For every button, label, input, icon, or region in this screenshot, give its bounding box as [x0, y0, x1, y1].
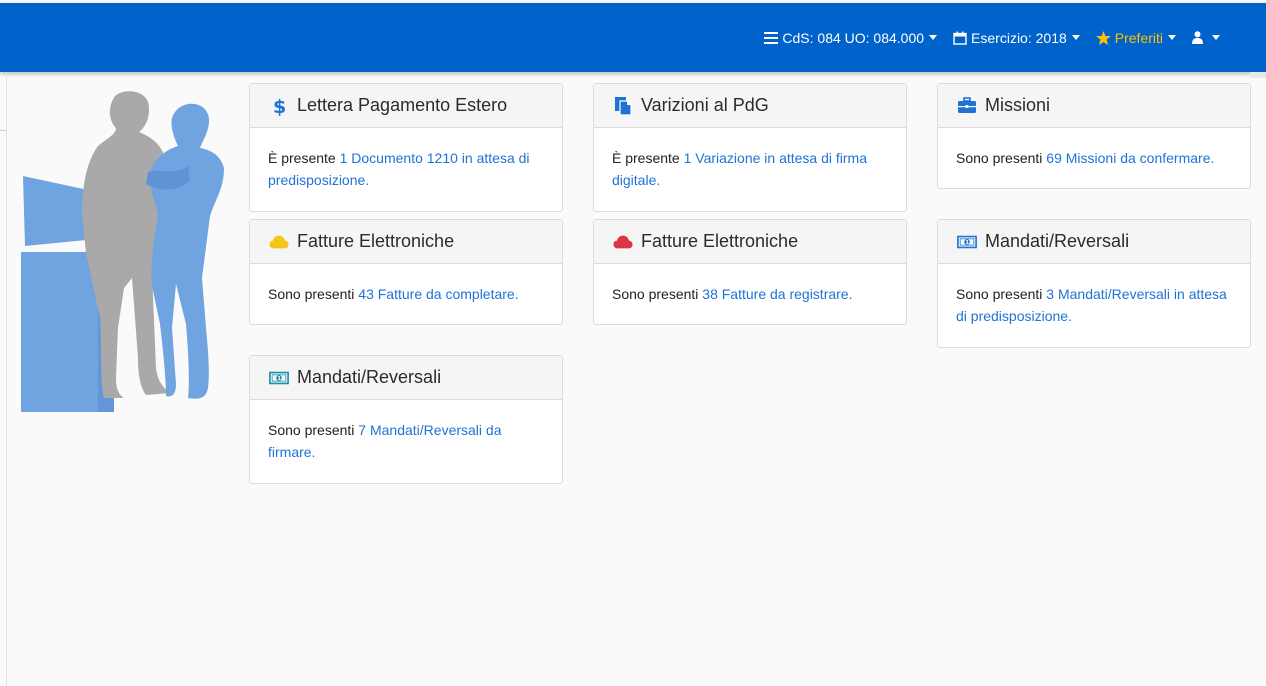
- chevron-down-icon: [1168, 35, 1176, 40]
- cloud-yellow-icon: [269, 232, 289, 252]
- card-fatture-registrare: Fatture Elettroniche Sono presenti 38 Fa…: [593, 219, 907, 325]
- card-title: Lettera Pagamento Estero: [297, 95, 508, 115]
- svg-text:1: 1: [966, 240, 970, 246]
- dollar-icon: $: [269, 96, 289, 116]
- preferiti-label: Preferiti: [1114, 29, 1163, 46]
- user-menu[interactable]: [1192, 31, 1250, 44]
- card-text: Sono presenti: [956, 150, 1047, 166]
- card-header: Missioni: [938, 84, 1250, 128]
- card-body: Sono presenti 3 Mandati/Reversali in att…: [938, 264, 1250, 341]
- card-title: Mandati/Reversali: [985, 231, 1130, 251]
- card-text: È presente: [612, 150, 684, 166]
- chevron-down-icon[interactable]: [1212, 35, 1220, 40]
- card-title: Missioni: [985, 95, 1051, 115]
- card-link[interactable]: 38 Fatture da registrare.: [702, 286, 852, 302]
- card-variazioni-pdg: Varizioni al PdG È presente 1 Variazione…: [593, 83, 907, 212]
- card-header: $ Lettera Pagamento Estero: [250, 84, 562, 128]
- office-people-illustration: [20, 88, 230, 414]
- briefcase-icon: [957, 96, 977, 116]
- star-icon: [1095, 30, 1111, 45]
- esercizio-label: Esercizio: 2018: [971, 29, 1067, 46]
- card-mandati-firmare: 1 Mandati/Reversali Sono presenti 7 Mand…: [249, 355, 563, 484]
- card-text: Sono presenti: [956, 286, 1047, 302]
- scrollbar-top[interactable]: [1250, 72, 1266, 78]
- card-title: Mandati/Reversali: [297, 367, 442, 387]
- svg-text:1: 1: [278, 376, 282, 382]
- card-body: Sono presenti 38 Fatture da registrare.: [594, 264, 906, 319]
- card-link[interactable]: 43 Fatture da completare.: [358, 286, 518, 302]
- card-text: Sono presenti: [268, 422, 359, 438]
- sidebar-border: [6, 72, 7, 686]
- cds-dropdown[interactable]: CdS: 084 UO: 084.000: [764, 29, 938, 46]
- svg-text:$: $: [273, 96, 286, 116]
- esercizio-dropdown[interactable]: Esercizio: 2018: [953, 30, 1080, 46]
- card-missioni: Missioni Sono presenti 69 Missioni da co…: [937, 83, 1251, 189]
- card-body: Sono presenti 7 Mandati/Reversali da fir…: [250, 400, 562, 477]
- card-text: Sono presenti: [612, 286, 703, 302]
- card-header: Fatture Elettroniche: [250, 220, 562, 264]
- documents-icon: [613, 96, 633, 116]
- top-navbar: CdS: 084 UO: 084.000 Esercizio: 2018 Pre…: [0, 3, 1266, 72]
- chevron-down-icon: [1071, 35, 1080, 40]
- card-body: È presente 1 Variazione in attesa di fir…: [594, 128, 906, 205]
- card-text: Sono presenti: [268, 286, 359, 302]
- card-header: Varizioni al PdG: [594, 84, 906, 128]
- card-title: Fatture Elettroniche: [641, 231, 799, 251]
- card-body: Sono presenti 69 Missioni da confermare.: [938, 128, 1250, 183]
- card-link[interactable]: 69 Missioni da confermare.: [1046, 150, 1214, 166]
- navbar-right: CdS: 084 UO: 084.000 Esercizio: 2018 Pre…: [764, 3, 1266, 72]
- card-body: È presente 1 Documento 1210 in attesa di…: [250, 128, 562, 205]
- card-header: 1 Mandati/Reversali: [938, 220, 1250, 264]
- user-icon: [1192, 31, 1203, 44]
- banknote-icon: 1: [957, 232, 977, 252]
- card-header: 1 Mandati/Reversali: [250, 356, 562, 400]
- cds-label: CdS: 084 UO: 084.000: [782, 29, 925, 46]
- chevron-down-icon: [929, 35, 938, 40]
- cloud-red-icon: [613, 232, 633, 252]
- card-body: Sono presenti 43 Fatture da completare.: [250, 264, 562, 319]
- card-fatture-completare: Fatture Elettroniche Sono presenti 43 Fa…: [249, 219, 563, 325]
- card-title: Varizioni al PdG: [641, 95, 769, 115]
- card-header: Fatture Elettroniche: [594, 220, 906, 264]
- card-lettera-pagamento: $ Lettera Pagamento Estero È presente 1 …: [249, 83, 563, 212]
- banknote-icon: 1: [269, 368, 289, 388]
- card-title: Fatture Elettroniche: [297, 231, 455, 251]
- menu-icon: [764, 31, 779, 44]
- card-text: È presente: [268, 150, 340, 166]
- sidebar-divider: [0, 130, 6, 131]
- preferiti-dropdown[interactable]: Preferiti: [1095, 29, 1176, 46]
- card-mandati-predisposizione: 1 Mandati/Reversali Sono presenti 3 Mand…: [937, 219, 1251, 348]
- calendar-icon: [953, 31, 967, 45]
